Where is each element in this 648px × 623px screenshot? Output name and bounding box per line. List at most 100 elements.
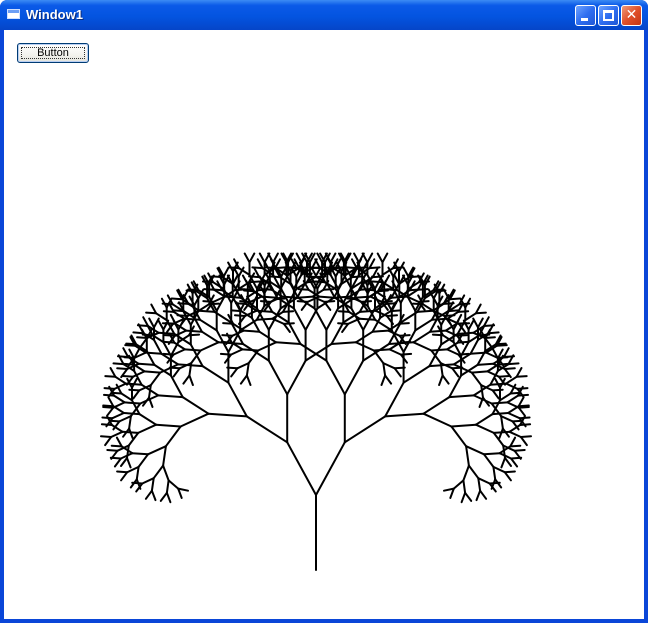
tree-branch (162, 310, 175, 313)
tree-branch (448, 374, 463, 399)
tree-branch (449, 297, 462, 301)
tree-branch (258, 252, 266, 264)
tree-branch (450, 425, 468, 448)
maximize-button[interactable] (598, 5, 619, 26)
window-app-icon[interactable] (7, 9, 20, 19)
tree-branch (267, 359, 289, 396)
tree-branch (137, 453, 149, 468)
tree-branch (163, 334, 176, 337)
tree-branch (491, 412, 510, 416)
tree-branch (345, 266, 358, 270)
tree-branch (275, 341, 302, 345)
tree-branch (515, 367, 523, 378)
tree-branch (422, 412, 453, 428)
tree-branch (462, 319, 470, 331)
tree-branch (318, 295, 336, 299)
tree-branch (118, 415, 132, 423)
tree-branch (234, 302, 247, 305)
tree-branch (104, 375, 117, 378)
tree-branch (157, 319, 165, 331)
tree-branch (371, 329, 390, 333)
tree-branch (144, 351, 163, 355)
tree-branch (123, 401, 142, 405)
tree-branch (127, 431, 140, 447)
tree-branch (236, 362, 250, 370)
tree-branch (245, 415, 289, 444)
tree-branch (200, 330, 220, 344)
tree-branch (167, 479, 180, 490)
maximize-icon (603, 10, 614, 21)
tree-branch (503, 471, 512, 482)
tree-branch (487, 331, 500, 335)
tree-branch (120, 457, 128, 467)
tree-branch (144, 489, 153, 500)
tree-branch (182, 374, 191, 385)
tree-branch (492, 465, 506, 474)
tree-branch (343, 415, 387, 444)
tree-branch (508, 430, 522, 438)
title-bar[interactable]: Window1 ✕ (0, 0, 648, 30)
tree-branch (408, 288, 421, 292)
tree-branch (268, 275, 281, 279)
tree-branch (258, 330, 277, 344)
tree-branch (506, 394, 519, 404)
tree-branch (126, 444, 130, 459)
close-button[interactable]: ✕ (621, 5, 642, 26)
tree-branch (106, 406, 115, 417)
tree-branch (297, 288, 310, 291)
tree-branch (113, 394, 126, 404)
tree-branch (244, 309, 258, 317)
tree-branch (153, 338, 163, 355)
tree-branch (164, 322, 177, 325)
tree-branch (230, 367, 239, 378)
tree-branch (286, 359, 307, 396)
tree-branch (465, 445, 470, 467)
tree-branch (142, 316, 149, 327)
tree-branch (162, 352, 175, 356)
minimize-button[interactable] (575, 5, 596, 26)
tree-branch (371, 267, 379, 279)
tree-branch (169, 313, 177, 325)
tree-branch (494, 342, 507, 346)
tree-branch (181, 396, 210, 415)
tree-branch (126, 457, 132, 469)
tree-branch (460, 363, 479, 377)
tree-branch (223, 295, 242, 299)
tree-branch (351, 258, 358, 270)
tree-branch (500, 457, 506, 469)
tree-branch (199, 341, 220, 352)
tree-branch (124, 344, 137, 347)
tree-branch (202, 300, 215, 303)
tree-branch (492, 465, 497, 481)
tree-branch (170, 297, 183, 301)
tree-branch (507, 362, 520, 366)
tree-branch (161, 302, 174, 306)
tree-branch (517, 396, 525, 408)
tree-branch (112, 362, 125, 366)
tree-branch (103, 387, 116, 390)
tree-branch (222, 322, 235, 325)
tree-branch (497, 375, 510, 378)
tree-branch (116, 470, 129, 474)
tree-branch (515, 375, 528, 378)
tree-branch (383, 274, 391, 286)
tree-branch (483, 453, 495, 468)
tree-branch (325, 307, 340, 331)
tree-branch (185, 329, 203, 333)
tree-branch (384, 381, 405, 418)
tree-branch (382, 362, 396, 370)
tree-branch (465, 445, 485, 456)
tree-branch (474, 303, 482, 315)
tree-branch (355, 341, 375, 352)
tree-branch (483, 452, 501, 456)
tree-branch (207, 412, 248, 418)
tree-branch (519, 435, 532, 438)
tree-branch (371, 280, 384, 284)
tree-branch (188, 374, 194, 386)
tree-branch (234, 314, 246, 317)
tree-branch (162, 464, 170, 482)
tree-branch (460, 491, 467, 504)
tree-branch (183, 317, 202, 321)
tree-branch (479, 489, 488, 500)
tree-branch (474, 311, 487, 315)
